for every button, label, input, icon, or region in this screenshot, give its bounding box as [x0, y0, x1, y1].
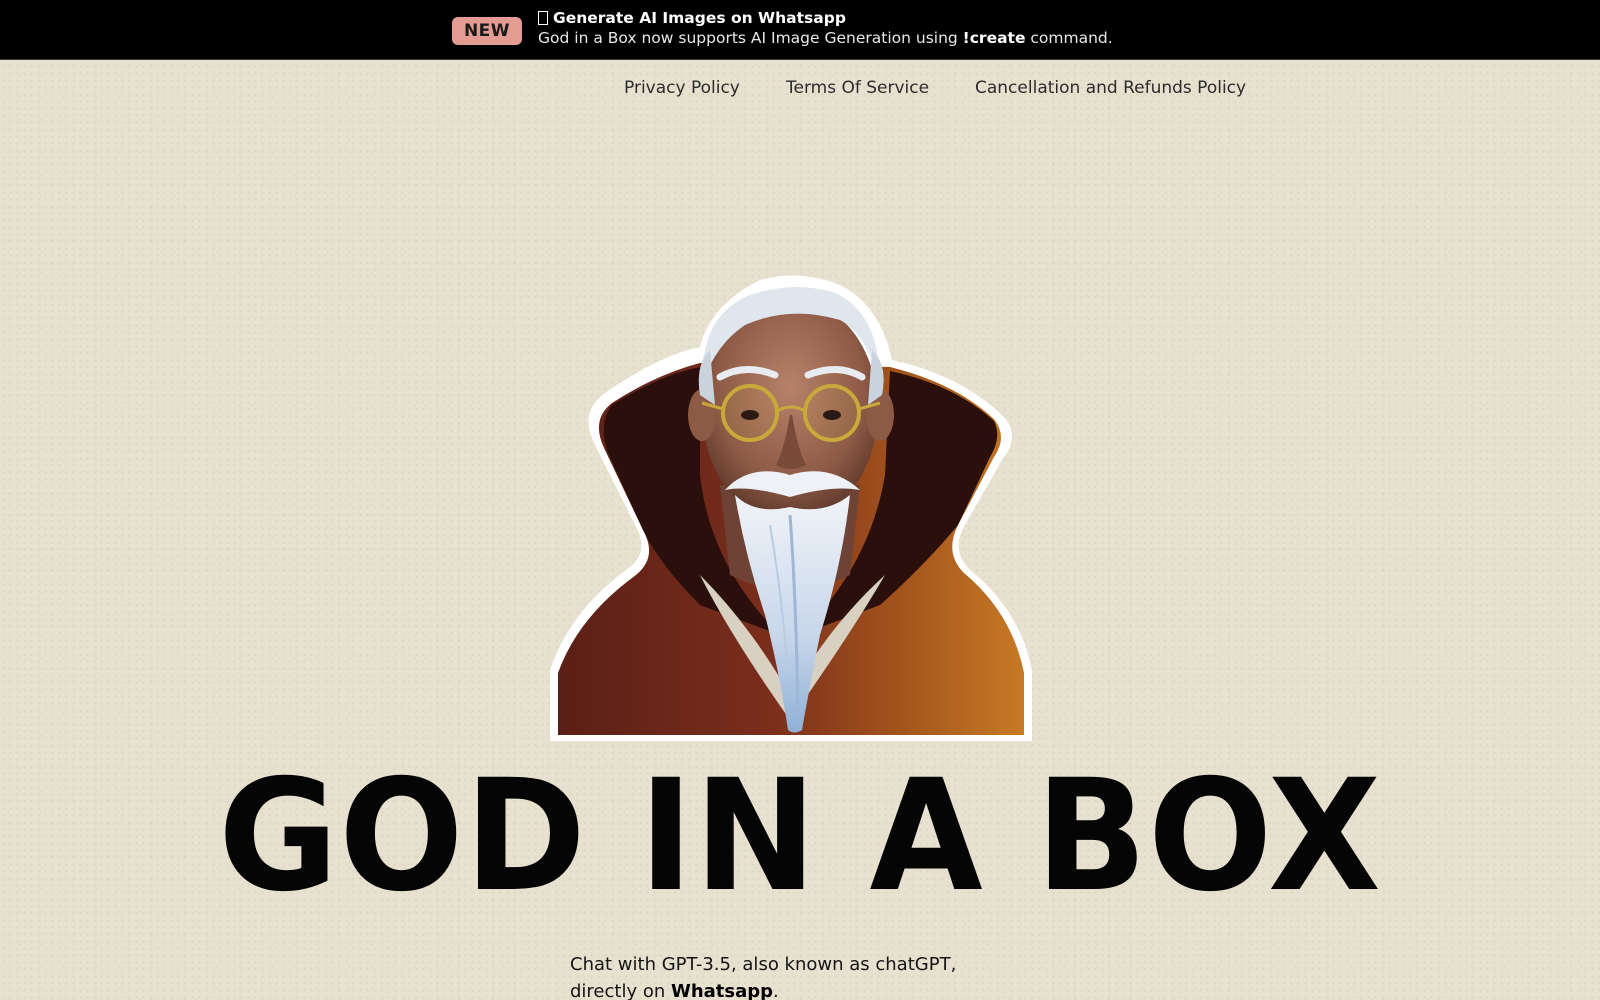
nav-terms-of-service[interactable]: Terms Of Service: [786, 78, 929, 98]
nav-cancellation-refunds-policy[interactable]: Cancellation and Refunds Policy: [975, 78, 1246, 98]
nav-privacy-policy[interactable]: Privacy Policy: [624, 78, 740, 98]
top-nav: Privacy Policy Terms Of Service Cancella…: [0, 78, 1600, 102]
new-badge: NEW: [452, 17, 522, 45]
tagline: Chat with GPT-3.5, also known as chatGPT…: [570, 951, 1030, 1000]
page-title: GOD IN A BOX: [218, 747, 1382, 926]
whatsapp-strong: Whatsapp: [670, 981, 774, 1000]
banner-title-text: Generate AI Images on Whatsapp: [553, 9, 846, 27]
banner-subtitle-text: God in a Box now supports AI Image Gener…: [538, 29, 963, 47]
tagline-line1: Chat with GPT-3.5, also known as chatGPT…: [570, 954, 957, 975]
missing-glyph-icon: [538, 11, 548, 25]
tagline-before: directly on: [570, 981, 671, 1000]
tagline-after: .: [773, 981, 779, 1000]
banner-subtitle: God in a Box now supports AI Image Gener…: [538, 29, 1113, 47]
announcement-banner[interactable]: NEW Generate AI Images on Whatsapp God i…: [0, 0, 1600, 60]
banner-subtitle-end: command.: [1025, 29, 1113, 47]
hero-illustration: [550, 275, 1032, 741]
banner-title: Generate AI Images on Whatsapp: [538, 9, 846, 27]
create-command: !create: [962, 29, 1026, 47]
